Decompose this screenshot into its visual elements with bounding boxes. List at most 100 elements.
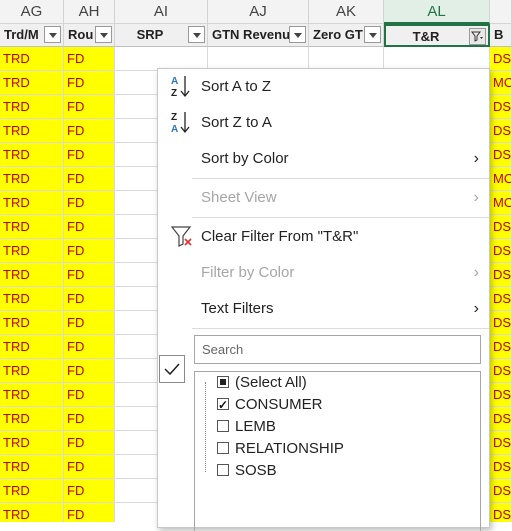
header-cell-t-and-r[interactable]: T&R — [384, 24, 490, 47]
table-cell[interactable]: TRD — [0, 383, 64, 407]
table-cell[interactable]: TRD — [0, 263, 64, 287]
table-cell[interactable]: TRD — [0, 431, 64, 455]
table-cell[interactable]: TRD — [0, 287, 64, 311]
table-cell[interactable]: FD — [64, 191, 115, 215]
separator — [192, 328, 489, 329]
table-cell[interactable]: FD — [64, 431, 115, 455]
checkbox-checked[interactable] — [217, 394, 229, 416]
table-cell[interactable]: TRD — [0, 71, 64, 95]
table-cell[interactable]: DSK — [490, 47, 512, 71]
table-cell[interactable]: FD — [64, 359, 115, 383]
column-letter-al[interactable]: AL — [384, 0, 490, 24]
table-cell[interactable]: MO — [490, 167, 512, 191]
table-cell[interactable]: DSK — [490, 143, 512, 167]
table-cell[interactable]: MO — [490, 71, 512, 95]
table-cell[interactable]: TRD — [0, 215, 64, 239]
table-cell[interactable]: DSK — [490, 383, 512, 407]
checkbox-unchecked[interactable] — [217, 464, 229, 476]
column-letter-ak[interactable]: AK — [309, 0, 384, 24]
table-cell[interactable]: MO — [490, 191, 512, 215]
table-cell[interactable]: FD — [64, 47, 115, 71]
table-cell[interactable]: DSK — [490, 215, 512, 239]
table-cell[interactable]: FD — [64, 311, 115, 335]
header-cell-b[interactable]: B — [490, 24, 512, 47]
filter-dropdown-button[interactable] — [289, 26, 306, 43]
table-cell[interactable]: FD — [64, 239, 115, 263]
table-cell[interactable]: TRD — [0, 47, 64, 71]
table-cell[interactable]: FD — [64, 335, 115, 359]
filter-dropdown-button[interactable] — [364, 26, 381, 43]
sort-z-to-a-item[interactable]: Z A Sort Z to A — [158, 105, 489, 141]
table-cell[interactable]: FD — [64, 263, 115, 287]
table-cell[interactable]: FD — [64, 71, 115, 95]
table-cell[interactable]: FD — [64, 167, 115, 191]
table-cell[interactable]: TRD — [0, 143, 64, 167]
header-cell-zero-gtn[interactable]: Zero GT — [309, 24, 384, 47]
table-cell[interactable]: TRD — [0, 407, 64, 431]
table-cell[interactable]: DSK — [490, 263, 512, 287]
text-filters-label: Text Filters — [201, 300, 274, 317]
sort-by-color-item[interactable]: Sort by Color › — [158, 141, 489, 177]
sort-a-to-z-item[interactable]: A Z Sort A to Z — [158, 69, 489, 105]
table-cell[interactable]: TRD — [0, 479, 64, 503]
clear-filter-item[interactable]: Clear Filter From "T&R" — [158, 219, 489, 255]
list-item-label: SOSB — [235, 462, 277, 479]
text-filters-item[interactable]: Text Filters › — [158, 291, 489, 327]
table-cell[interactable]: TRD — [0, 359, 64, 383]
table-cell[interactable]: FD — [64, 479, 115, 503]
table-cell[interactable]: DSK — [490, 503, 512, 522]
table-cell[interactable]: FD — [64, 119, 115, 143]
header-cell-srp[interactable]: SRP — [115, 24, 208, 47]
filter-dropdown-button[interactable] — [188, 26, 205, 43]
checkbox-partial[interactable] — [217, 376, 229, 388]
table-cell[interactable]: TRD — [0, 335, 64, 359]
table-cell[interactable]: DSK — [490, 407, 512, 431]
table-cell[interactable]: FD — [64, 143, 115, 167]
sheet-view-item: Sheet View › — [158, 180, 489, 216]
table-cell[interactable]: DSK — [490, 287, 512, 311]
search-input[interactable]: Search — [194, 335, 481, 364]
table-cell[interactable]: DSK — [490, 311, 512, 335]
table-cell[interactable]: DSK — [490, 431, 512, 455]
checkbox-unchecked[interactable] — [217, 442, 229, 454]
header-cell-gtn-revenue[interactable]: GTN Revenu — [208, 24, 309, 47]
table-cell[interactable]: FD — [64, 407, 115, 431]
column-letter-ah[interactable]: AH — [64, 0, 115, 24]
table-cell[interactable]: TRD — [0, 503, 64, 522]
table-cell[interactable]: FD — [64, 503, 115, 522]
table-cell[interactable]: FD — [64, 383, 115, 407]
filter-active-button[interactable] — [469, 28, 486, 45]
table-cell[interactable]: DSK — [490, 119, 512, 143]
filter-dropdown-button[interactable] — [44, 26, 61, 43]
table-cell[interactable]: DSK — [490, 479, 512, 503]
header-cell-trd[interactable]: Trd/M — [0, 24, 64, 47]
table-cell[interactable]: DSK — [490, 455, 512, 479]
list-item-label: CONSUMER — [235, 396, 323, 413]
table-cell[interactable]: TRD — [0, 311, 64, 335]
svg-text:Z: Z — [171, 112, 177, 123]
column-letter-ai[interactable]: AI — [115, 0, 208, 24]
table-cell[interactable]: FD — [64, 455, 115, 479]
table-cell[interactable]: TRD — [0, 95, 64, 119]
table-cell[interactable]: DSK — [490, 359, 512, 383]
column-letter-aj[interactable]: AJ — [208, 0, 309, 24]
column-letter-am[interactable] — [490, 0, 512, 24]
table-cell[interactable]: FD — [64, 287, 115, 311]
table-cell[interactable]: TRD — [0, 119, 64, 143]
checkbox-unchecked[interactable] — [217, 420, 229, 432]
chevron-right-icon: › — [473, 150, 479, 167]
table-cell[interactable]: DSK — [490, 335, 512, 359]
table-cell[interactable]: TRD — [0, 167, 64, 191]
table-cell[interactable]: DSK — [490, 95, 512, 119]
table-cell[interactable]: FD — [64, 215, 115, 239]
filter-dropdown-button[interactable] — [95, 26, 112, 43]
table-cell[interactable]: TRD — [0, 191, 64, 215]
table-cell[interactable]: TRD — [0, 239, 64, 263]
chevron-right-icon: › — [473, 300, 479, 317]
header-label: Rou — [68, 27, 94, 42]
table-cell[interactable]: TRD — [0, 455, 64, 479]
table-cell[interactable]: FD — [64, 95, 115, 119]
column-letter-ag[interactable]: AG — [0, 0, 64, 24]
header-cell-rou[interactable]: Rou — [64, 24, 115, 47]
table-cell[interactable]: DSK — [490, 239, 512, 263]
